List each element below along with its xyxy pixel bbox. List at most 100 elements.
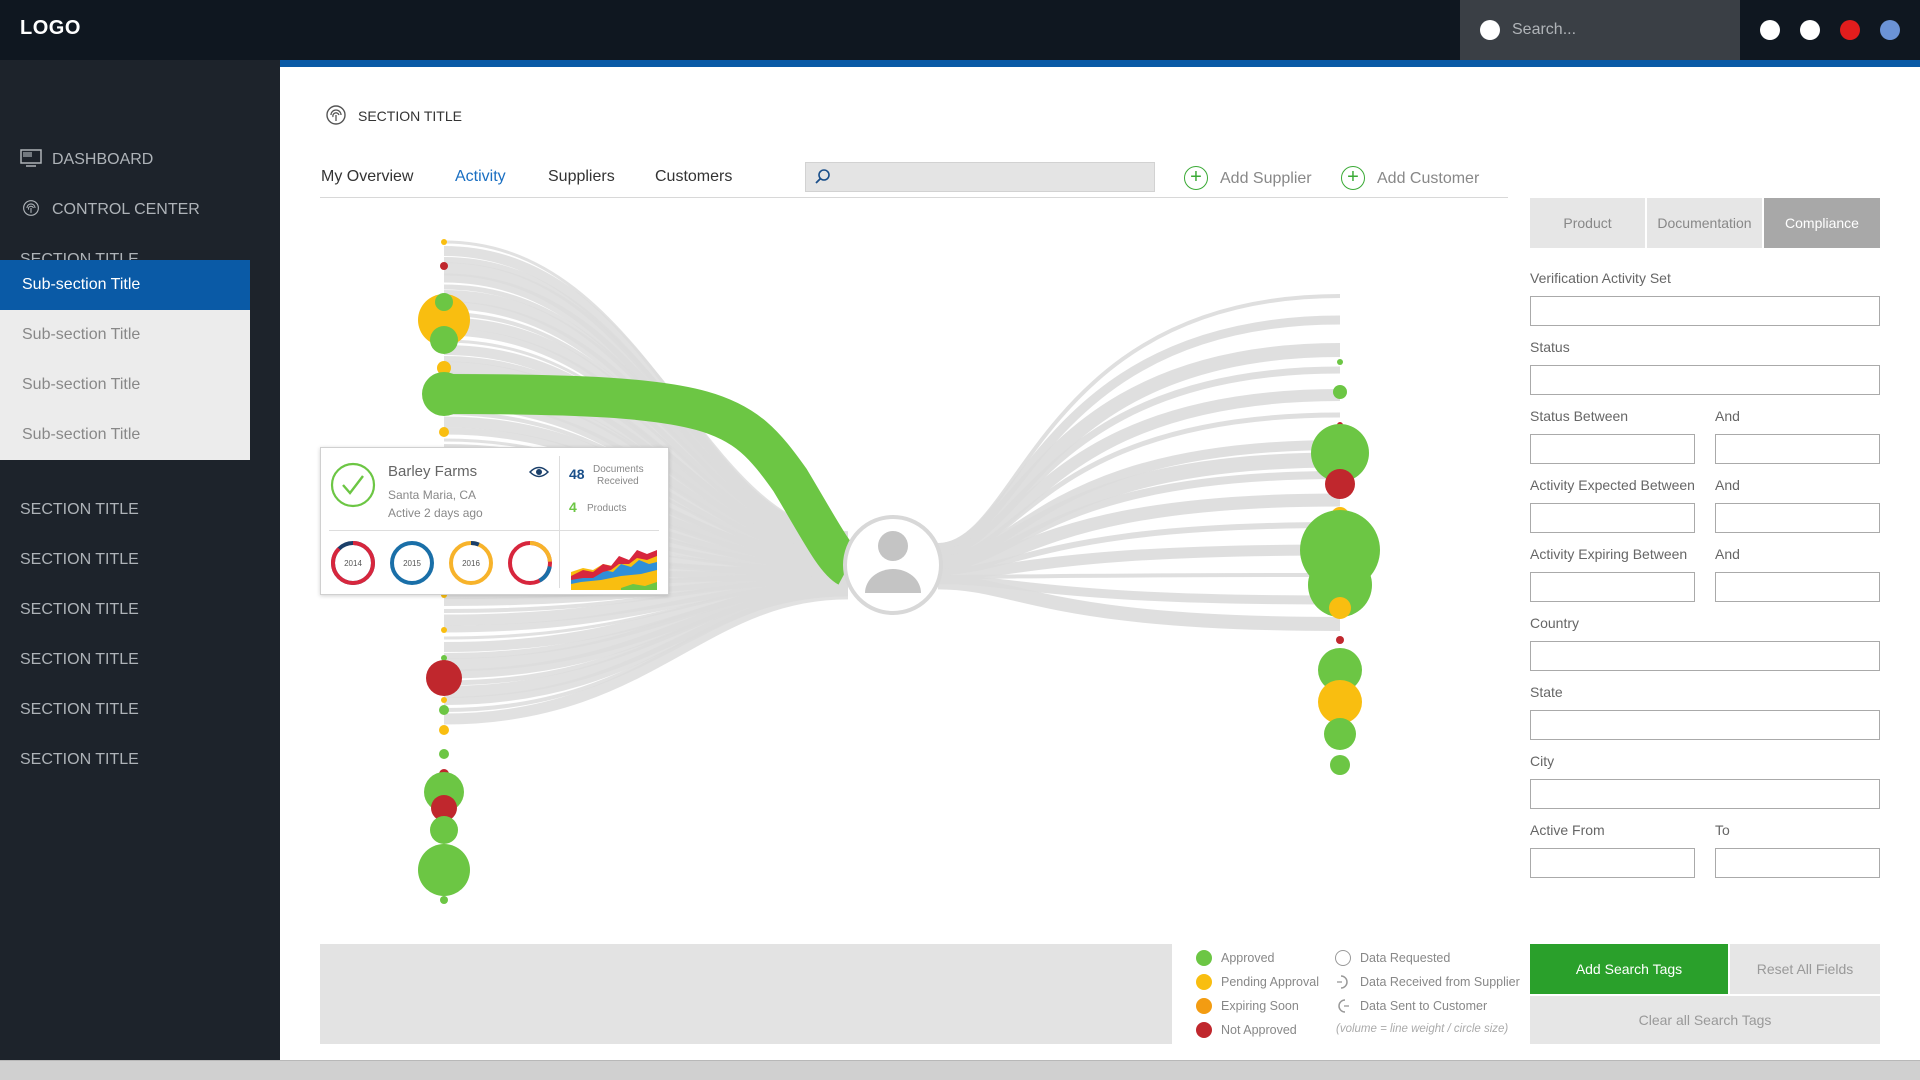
sidebar-item-section[interactable]: SECTION TITLE [0,685,250,735]
documents-label-line: Received [597,476,639,487]
sidebar-item-section[interactable]: SECTION TITLE [0,635,250,685]
sidebar-item-label: SECTION TITLE [20,701,139,718]
alert-indicator[interactable] [1840,20,1860,40]
not-approved-legend-icon [1196,1022,1212,1038]
field-label: Country [1530,615,1580,631]
tab-documentation[interactable]: Documentation [1647,198,1762,248]
expiring-legend-icon [1196,998,1212,1014]
plus-icon: + [1341,166,1365,190]
sidebar-subitem-3[interactable]: Sub-section Title [0,360,250,410]
sidebar-item-section[interactable]: SECTION TITLE [0,485,250,535]
state-field[interactable] [1530,710,1880,740]
legend-label: Data Requested [1360,951,1451,965]
activity-sparkline [571,550,657,590]
status-between-from-field[interactable] [1530,434,1695,464]
card-visuals: 2014 2015 2016 [331,540,657,590]
city-field[interactable] [1530,779,1880,809]
plus-icon: + [1184,166,1208,190]
field-label: City [1530,753,1555,769]
customer-node [1318,680,1362,724]
sidebar-item-section[interactable]: SECTION TITLE [0,585,250,635]
supplier-node [430,326,458,354]
global-search[interactable] [1460,0,1740,60]
user-indicator[interactable] [1880,20,1900,40]
status-between-to-field[interactable] [1715,434,1880,464]
sidebar-subitem-2[interactable]: Sub-section Title [0,310,250,360]
sidebar-item-control-center[interactable]: CONTROL CENTER [0,185,250,235]
sidebar-subitem-label: Sub-section Title [22,426,141,443]
customer-node [1336,636,1344,644]
legend-label: Not Approved [1221,1023,1297,1037]
tab-product[interactable]: Product [1530,198,1645,248]
supplier-card[interactable]: Barley Farms Santa Maria, CA Active 2 da… [320,447,669,595]
field-label: To [1715,822,1730,838]
tab-activity[interactable]: Activity [455,168,506,186]
add-search-tags-button[interactable]: Add Search Tags [1530,944,1728,994]
field-label: And [1715,546,1740,562]
year-label-2015: 2015 [403,559,421,568]
sidebar-item-label: SECTION TITLE [20,551,139,568]
reset-all-fields-button[interactable]: Reset All Fields [1730,944,1880,994]
filter-input[interactable] [805,162,1155,192]
supplier-name: Barley Farms [388,463,478,480]
logo[interactable]: LOGO [20,17,81,40]
search-status-icon [1480,20,1500,40]
supplier-node [441,697,447,703]
customer-node [1337,359,1343,365]
verification-activity-set-field[interactable] [1530,296,1880,326]
legend-label: Data Sent to Customer [1360,999,1488,1013]
monitor-icon [20,149,42,167]
year-donut-4[interactable] [507,540,553,586]
status-field[interactable] [1530,365,1880,395]
documents-count: 48 [569,466,585,482]
sidebar-subitem-1[interactable]: Sub-section Title [0,260,250,310]
supplier-node [435,293,453,311]
supplier-node [440,262,448,270]
sidebar-subitem-label: Sub-section Title [22,326,141,343]
legend-label: Data Received from Supplier [1360,975,1520,989]
supplier-node [441,239,447,245]
country-field[interactable] [1530,641,1880,671]
notification-indicator-2[interactable] [1800,20,1820,40]
activity-expected-to-field[interactable] [1715,503,1880,533]
notification-indicator-1[interactable] [1760,20,1780,40]
sidebar-item-section[interactable]: SECTION TITLE [0,735,250,785]
sidebar-item-dashboard[interactable]: DASHBOARD [0,135,250,185]
tab-customers[interactable]: Customers [655,168,732,186]
customer-node [1325,469,1355,499]
tab-compliance[interactable]: Compliance [1764,198,1880,248]
field-label: And [1715,477,1740,493]
sidebar-item-label: SECTION TITLE [20,751,139,768]
clear-search-tags-button[interactable]: Clear all Search Tags [1530,996,1880,1044]
supplier-activity: Active 2 days ago [388,506,483,520]
card-divider [329,530,659,531]
supplier-node [440,896,448,904]
accent-bar [280,60,1920,67]
activity-expected-from-field[interactable] [1530,503,1695,533]
tab-suppliers[interactable]: Suppliers [548,168,615,186]
activity-expiring-from-field[interactable] [1530,572,1695,602]
data-requested-icon [1335,950,1351,966]
user-avatar-head [878,531,908,561]
active-to-field[interactable] [1715,848,1880,878]
legend-note: (volume = line weight / circle size) [1336,1023,1509,1035]
sidebar-item-label: DASHBOARD [52,151,154,168]
sidebar-subitem-4[interactable]: Sub-section Title [0,410,250,460]
activity-expiring-to-field[interactable] [1715,572,1880,602]
horizontal-scrollbar[interactable] [0,1060,1920,1080]
supplier-node [430,816,458,844]
documents-label: Documents Received [593,464,644,488]
search-icon [815,169,830,184]
tab-my-overview[interactable]: My Overview [321,168,413,186]
year-label-2016: 2016 [462,559,480,568]
sidebar-item-label: CONTROL CENTER [52,201,200,218]
active-from-field[interactable] [1530,848,1695,878]
global-search-input[interactable] [1512,18,1722,42]
center-node[interactable] [843,515,943,615]
legend-label: Expiring Soon [1221,999,1299,1013]
supplier-node [422,372,466,416]
sidebar-subitem-label: Sub-section Title [22,276,141,293]
sidebar-item-section[interactable]: SECTION TITLE [0,535,250,585]
customer-node [1330,755,1350,775]
eye-icon[interactable] [529,465,549,479]
